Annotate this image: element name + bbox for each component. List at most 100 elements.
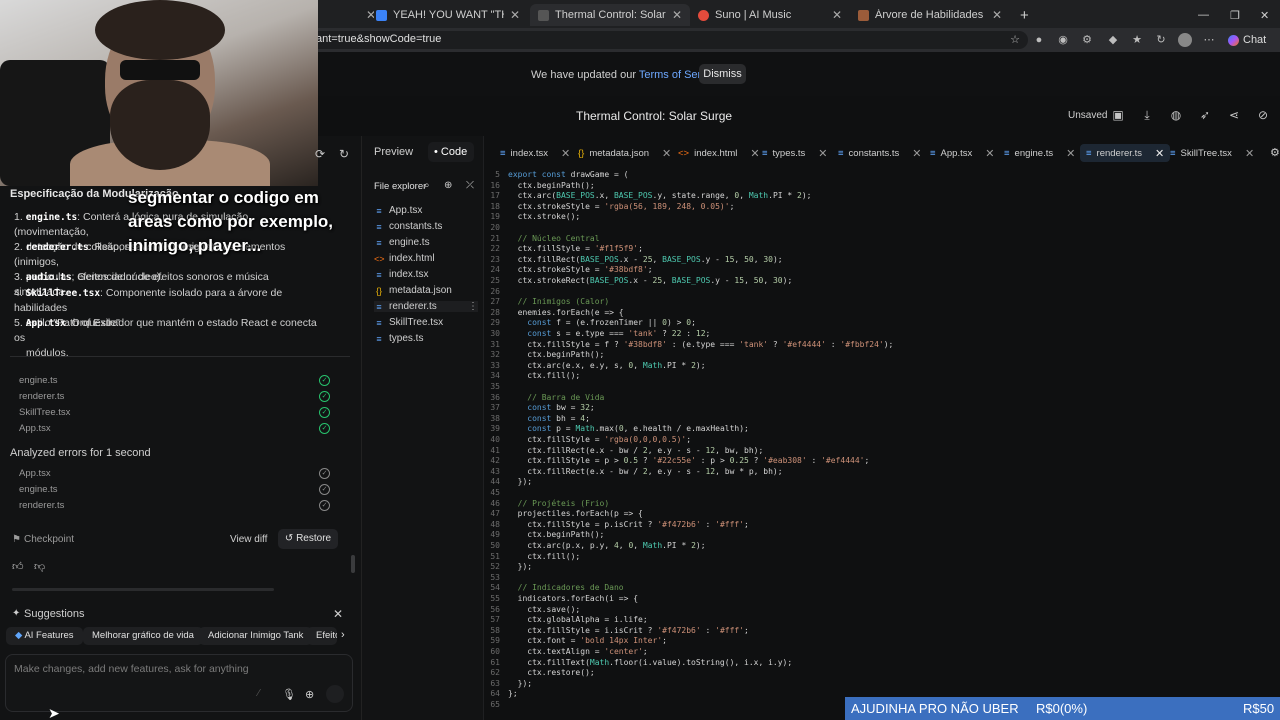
close-tab-icon[interactable]: ✕ — [832, 8, 842, 22]
file-item-selected[interactable]: ≡ renderer.ts ⋮ — [374, 301, 478, 312]
tab-preview[interactable]: Preview — [374, 146, 413, 158]
code-line[interactable]: 55 indicators.forEach(i => { — [486, 594, 638, 605]
dismiss-button[interactable]: Dismiss — [699, 64, 746, 84]
code-line[interactable]: 35 — [486, 382, 508, 393]
code-line[interactable]: 38 const bh = 4; — [486, 414, 590, 425]
chevron-right-icon[interactable]: › — [341, 629, 345, 641]
code-line[interactable]: 59 ctx.font = 'bold 14px Inter'; — [486, 636, 667, 647]
minimize-icon[interactable]: — — [1190, 4, 1210, 26]
completed-file[interactable]: renderer.ts — [19, 391, 64, 402]
suggestion-chip[interactable]: Melhorar gráfico de vida — [83, 627, 203, 645]
code-line[interactable]: 21 // Núcleo Central — [486, 234, 599, 245]
editor-tab[interactable]: ≡ types.ts ✕ — [762, 144, 828, 162]
editor-tab[interactable]: ≡ App.tsx ✕ — [930, 144, 994, 162]
code-line[interactable]: 16 ctx.beginPath(); — [486, 181, 594, 192]
vertical-scrollbar[interactable] — [351, 555, 355, 573]
analyzed-file[interactable]: engine.ts — [19, 484, 58, 495]
collapse-icon[interactable]: ⤫ — [466, 180, 474, 191]
maximize-icon[interactable]: ❐ — [1222, 4, 1242, 26]
code-line[interactable]: 53 — [486, 573, 508, 584]
editor-tab[interactable]: <> index.html ✕ — [678, 144, 760, 162]
code-line[interactable]: 56 ctx.save(); — [486, 605, 580, 616]
magic-wand-icon[interactable]: ⁄ — [258, 688, 260, 699]
file-item[interactable]: ≡ index.tsx — [374, 269, 478, 280]
add-attachment-icon[interactable]: ⊕ — [305, 688, 314, 701]
extension-icon[interactable]: ⚙ — [1080, 33, 1094, 47]
hide-panel-icon[interactable]: ⊘ — [1255, 107, 1271, 123]
analyzed-file[interactable]: renderer.ts — [19, 500, 64, 511]
bookmark-star-icon[interactable]: ☆ — [1008, 33, 1022, 47]
window-close-icon[interactable]: ✕ — [1252, 4, 1272, 26]
suggestion-chip[interactable]: Adicionar Inimigo Tank — [199, 627, 313, 645]
download-icon[interactable]: ⤓ — [1139, 107, 1155, 123]
save-icon[interactable]: ▣ — [1110, 107, 1126, 123]
code-line[interactable]: 44 }); — [486, 477, 532, 488]
send-button[interactable] — [326, 685, 344, 703]
completed-file[interactable]: App.tsx — [19, 423, 51, 434]
code-line[interactable]: 49 ctx.beginPath(); — [486, 530, 604, 541]
code-line[interactable]: 51 ctx.fill(); — [486, 552, 580, 563]
new-tab-icon[interactable]: + — [1012, 4, 1032, 26]
file-item[interactable]: ≡ types.ts — [374, 333, 478, 344]
editor-tab[interactable]: ≡ engine.ts ✕ — [1004, 144, 1075, 162]
editor-tab[interactable]: ≡ index.tsx ✕ — [500, 144, 570, 162]
add-file-icon[interactable]: ⊕ — [444, 180, 452, 191]
completed-file[interactable]: engine.ts — [19, 375, 58, 386]
code-line[interactable]: 34 ctx.fill(); — [486, 371, 580, 382]
more-menu-icon[interactable]: ⋯ — [1202, 33, 1216, 47]
prompt-input[interactable]: Make changes, add new features, ask for … — [14, 663, 249, 675]
browser-tab-3[interactable]: Suno | AI Music ✕ — [690, 4, 850, 26]
thumbs-up-icon[interactable]: 👍︎ — [12, 560, 24, 573]
close-tab-icon[interactable]: ✕ — [510, 8, 520, 22]
file-item[interactable]: <> index.html — [374, 253, 478, 264]
code-line[interactable]: 54 // Indicadores de Dano — [486, 583, 623, 594]
deploy-rocket-icon[interactable]: ➶ — [1197, 107, 1213, 123]
close-tab-icon[interactable]: ✕ — [992, 8, 1002, 22]
browser-tab-2[interactable]: Thermal Control: Solar Surge | Go ✕ — [530, 4, 690, 26]
code-line[interactable]: 60 ctx.textAlign = 'center'; — [486, 647, 647, 658]
code-line[interactable]: 40 ctx.fillStyle = 'rgba(0,0,0,0.5)'; — [486, 435, 691, 446]
code-line[interactable]: 39 const p = Math.max(0, e.health / e.ma… — [486, 424, 749, 435]
code-line[interactable]: 58 ctx.fillStyle = i.isCrit ? '#f472b6' … — [486, 626, 749, 637]
github-icon[interactable]: ◍ — [1168, 107, 1184, 123]
browser-tab-1[interactable]: YEAH! YOU WANT "THOSE GAMES" ✕ — [368, 4, 528, 26]
suggestion-chip[interactable]: Efeito — [307, 627, 337, 645]
thumbs-down-icon[interactable]: 👎︎ — [34, 560, 45, 573]
code-line[interactable]: 25 ctx.strokeRect(BASE_POS.x - 25, BASE_… — [486, 276, 792, 287]
code-line[interactable]: 19 ctx.stroke(); — [486, 212, 580, 223]
code-line[interactable]: 37 const bw = 32; — [486, 403, 594, 414]
search-icon[interactable]: ⌕ — [424, 180, 430, 191]
code-line[interactable]: 41 ctx.fillRect(e.x - bw / 2, e.y - s - … — [486, 446, 763, 457]
settings-gear-icon[interactable]: ⚙ — [1270, 146, 1280, 159]
code-line[interactable]: 46 // Projéteis (Frio) — [486, 499, 609, 510]
analyzed-file[interactable]: App.tsx — [19, 468, 51, 479]
close-tab-icon[interactable]: ✕ — [672, 8, 682, 22]
horizontal-scrollbar[interactable] — [12, 588, 274, 591]
close-suggestions-icon[interactable]: ✕ — [333, 607, 343, 621]
view-diff-button[interactable]: View diff — [230, 534, 267, 545]
code-line[interactable]: 62 ctx.restore(); — [486, 668, 594, 679]
refresh-preview-icon[interactable]: ⟳ — [312, 146, 328, 162]
history-icon[interactable]: ↻ — [1154, 33, 1168, 47]
file-item[interactable]: ≡ constants.ts — [374, 221, 478, 232]
code-line[interactable]: 24 ctx.strokeStyle = '#38bdf8'; — [486, 265, 652, 276]
share-icon[interactable]: ⋖ — [1226, 107, 1242, 123]
code-line[interactable]: 63 }); — [486, 679, 532, 690]
browser-tab-4[interactable]: Árvore de Habilidades Passivas - C ✕ — [850, 4, 1010, 26]
suggestion-chip[interactable]: ◆ AI Features — [6, 627, 83, 645]
code-line[interactable]: 45 — [486, 488, 508, 499]
file-item[interactable]: {} metadata.json — [374, 285, 478, 296]
code-line[interactable]: 57 ctx.globalAlpha = i.life; — [486, 615, 647, 626]
code-line[interactable]: 33 ctx.arc(e.x, e.y, s, 0, Math.PI * 2); — [486, 361, 705, 372]
editor-tab[interactable]: ≡ constants.ts ✕ — [838, 144, 921, 162]
editor-tab[interactable]: {} metadata.json ✕ — [578, 144, 671, 162]
extension-icon[interactable]: ● — [1032, 33, 1046, 47]
code-line[interactable]: 20 — [486, 223, 508, 234]
completed-file[interactable]: SkillTree.tsx — [19, 407, 70, 418]
editor-tab[interactable]: ≡ SkillTree.tsx ✕ — [1170, 144, 1254, 162]
kebab-menu-icon[interactable]: ⋮ — [468, 301, 478, 312]
file-item[interactable]: ≡ engine.ts — [374, 237, 478, 248]
file-item[interactable]: ≡ App.tsx — [374, 205, 478, 216]
microphone-icon[interactable]: 🎙︎ — [282, 688, 296, 701]
code-line[interactable]: 42 ctx.fillStyle = p > 0.5 ? '#22c55e' :… — [486, 456, 869, 467]
